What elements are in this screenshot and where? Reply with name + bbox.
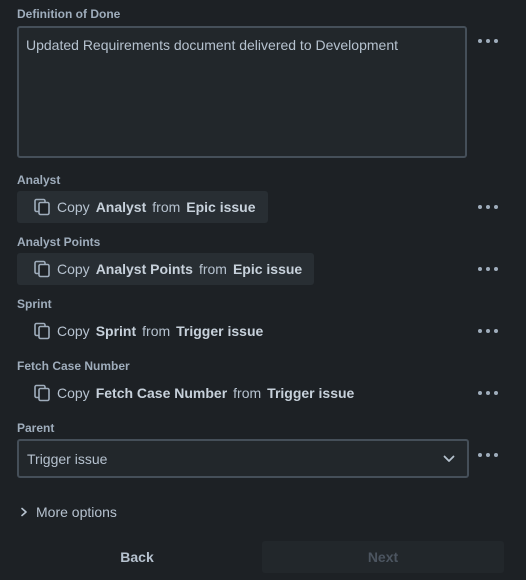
copy-icon	[34, 384, 50, 402]
analyst-points-copy-middle: from	[198, 261, 227, 277]
analyst-copy-chip[interactable]: Copy Analyst from Epic issue	[17, 191, 268, 223]
analyst-points-label: Analyst Points	[17, 235, 101, 249]
analyst-copy-source: Epic issue	[186, 199, 256, 215]
fetch-case-number-more-icon[interactable]	[478, 385, 498, 401]
analyst-points-copy-source: Epic issue	[232, 261, 303, 277]
dod-textarea[interactable]: Updated Requirements document delivered …	[17, 26, 467, 158]
more-options-toggle[interactable]: More options	[20, 502, 117, 522]
fetch-case-number-copy-chip[interactable]: Copy Fetch Case Number from Trigger issu…	[17, 377, 366, 409]
sprint-copy-chip[interactable]: Copy Sprint from Trigger issue	[17, 315, 275, 347]
copy-icon	[34, 198, 50, 216]
analyst-copy-prefix: Copy	[57, 199, 90, 215]
dod-more-icon[interactable]	[478, 33, 498, 49]
parent-more-icon[interactable]	[478, 447, 498, 463]
copy-icon	[34, 322, 50, 340]
fetch-case-number-copy-middle: from	[233, 385, 262, 401]
fetch-case-number-copy-source: Trigger issue	[267, 385, 355, 401]
sprint-copy-source: Trigger issue	[176, 323, 264, 339]
analyst-points-copy-field: Analyst Points	[95, 261, 193, 277]
sprint-label: Sprint	[17, 297, 52, 311]
fetch-case-number-copy-prefix: Copy	[57, 385, 90, 401]
sprint-copy-field: Sprint	[95, 323, 137, 339]
parent-select-value: Trigger issue	[27, 450, 108, 467]
analyst-copy-middle: from	[152, 199, 181, 215]
parent-select[interactable]: Trigger issue	[17, 439, 469, 478]
analyst-points-copy-prefix: Copy	[57, 261, 90, 277]
analyst-label: Analyst	[17, 173, 61, 187]
analyst-points-more-icon[interactable]	[478, 261, 498, 277]
sprint-more-icon[interactable]	[478, 323, 498, 339]
analyst-more-icon[interactable]	[478, 199, 498, 215]
dod-label: Definition of Done	[17, 7, 121, 21]
analyst-copy-field: Analyst	[95, 199, 147, 215]
parent-label: Parent	[17, 421, 55, 435]
fetch-case-number-copy-field: Fetch Case Number	[95, 385, 228, 401]
chevron-down-icon	[443, 455, 455, 462]
sprint-copy-middle: from	[142, 323, 171, 339]
next-button[interactable]: Next	[262, 541, 504, 573]
chevron-right-icon	[21, 507, 27, 517]
sprint-copy-prefix: Copy	[57, 323, 90, 339]
analyst-points-copy-chip[interactable]: Copy Analyst Points from Epic issue	[17, 253, 315, 285]
more-options-label: More options	[36, 504, 117, 520]
copy-icon	[34, 260, 50, 278]
fetch-case-number-label: Fetch Case Number	[17, 359, 130, 373]
back-button[interactable]: Back	[17, 541, 257, 573]
